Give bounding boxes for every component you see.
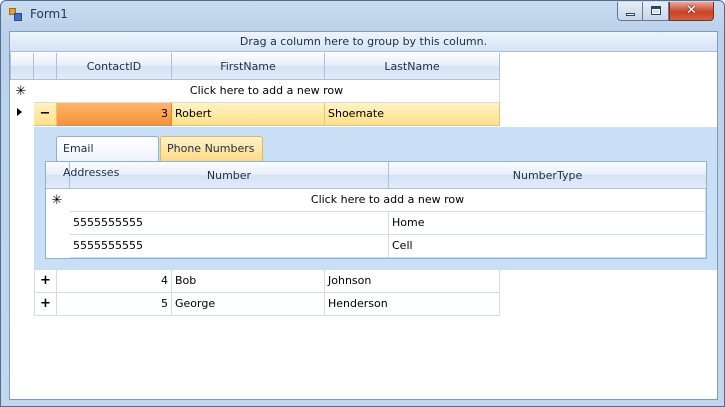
- tab-email-addresses[interactable]: Email Addresses: [56, 136, 159, 179]
- cell-firstname[interactable]: Bob: [172, 270, 325, 293]
- minimize-icon: [626, 13, 635, 16]
- cell-lastname[interactable]: Henderson: [325, 293, 500, 316]
- cell-lastname[interactable]: Shoemate: [325, 103, 500, 126]
- title-bar[interactable]: Form1 ✕: [1, 1, 724, 29]
- app-icon[interactable]: [9, 8, 22, 21]
- cell-contactid[interactable]: 4: [57, 270, 172, 293]
- column-header-lastname[interactable]: LastName: [325, 53, 500, 80]
- cell-contactid[interactable]: 3: [57, 103, 172, 126]
- child-add-row-icon: ✳: [51, 193, 63, 208]
- expander-header: [34, 53, 57, 80]
- row-selector-header: [10, 53, 34, 80]
- row-selector[interactable]: [10, 103, 34, 126]
- cell-contactid[interactable]: 5: [57, 293, 172, 316]
- maximize-icon: [651, 6, 661, 15]
- group-by-panel[interactable]: Drag a column here to group by this colu…: [10, 32, 717, 52]
- maximize-button[interactable]: [643, 2, 669, 21]
- window-title: Form1: [30, 7, 68, 21]
- minimize-button[interactable]: [617, 2, 643, 21]
- form-window: Form1 ✕ Drag a column here to group by t…: [0, 0, 725, 407]
- collapse-button[interactable]: −: [34, 103, 57, 126]
- close-button[interactable]: ✕: [669, 2, 714, 21]
- column-header-numbertype[interactable]: NumberType: [389, 162, 706, 189]
- add-row-icon: ✳: [15, 84, 27, 99]
- tab-phone-numbers[interactable]: Phone Numbers: [160, 136, 263, 161]
- expand-button[interactable]: +: [34, 293, 57, 316]
- cell-lastname[interactable]: Johnson: [325, 270, 500, 293]
- cell-firstname[interactable]: George: [172, 293, 325, 316]
- cell-number[interactable]: 5555555555: [70, 235, 389, 258]
- close-icon: ✕: [686, 3, 697, 18]
- column-header-firstname[interactable]: FirstName: [172, 53, 325, 80]
- expand-button[interactable]: +: [34, 270, 57, 293]
- cell-firstname[interactable]: Robert: [172, 103, 325, 126]
- child-add-new-row[interactable]: Click here to add a new row: [70, 189, 706, 212]
- child-grid[interactable]: Number NumberType ✳ Click here to add a …: [45, 161, 707, 259]
- cell-numbertype[interactable]: Home: [389, 212, 706, 235]
- cell-numbertype[interactable]: Cell: [389, 235, 706, 258]
- grid-view[interactable]: Drag a column here to group by this colu…: [9, 31, 718, 400]
- add-new-row[interactable]: Click here to add a new row: [34, 80, 500, 103]
- cell-number[interactable]: 5555555555: [70, 212, 389, 235]
- column-header-contactid[interactable]: ContactID: [57, 53, 172, 80]
